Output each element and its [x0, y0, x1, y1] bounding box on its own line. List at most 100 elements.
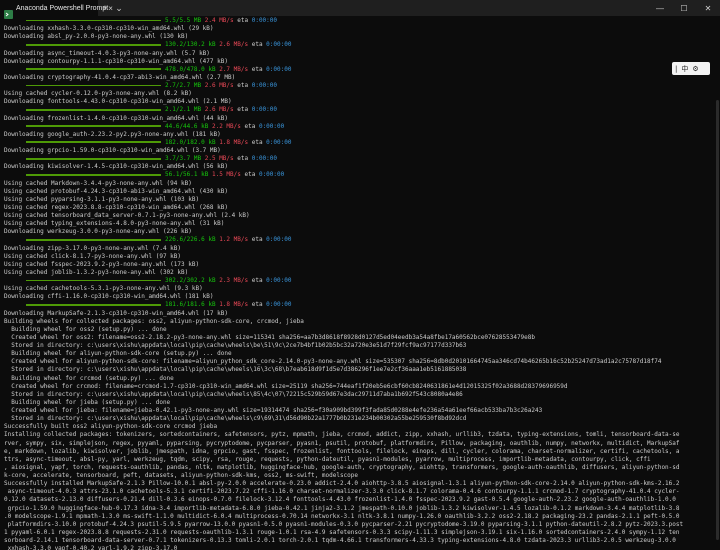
progress-line: 44.6/44.6 kB 2.2 MB/s eta 0:00:00 — [4, 123, 718, 131]
output-line: Downloading contourpy-1.1.1-cp310-cp310-… — [4, 57, 228, 65]
output-line: Downloading frozenlist-1.4.0-cp310-cp310… — [4, 114, 228, 122]
progress-line: 181.6/181.6 kB 1.8 MB/s eta 0:00:00 — [4, 301, 718, 309]
output-line: Building wheel for jieba (setup.py) ... … — [4, 398, 171, 406]
output-line: Successfully built oss2 aliyun-python-sd… — [4, 423, 218, 431]
output-line: Using cached typing_extensions-4.8.0-py3… — [4, 220, 225, 228]
ime-settings-icon[interactable]: ⚙ — [692, 65, 698, 73]
output-line: Downloading async_timeout-4.0.3-py3-none… — [4, 49, 210, 57]
download-speed: 1.8 MB/s — [219, 301, 249, 309]
download-size: 5.5/5.5 MB — [165, 17, 202, 24]
close-button[interactable]: ✕ — [696, 0, 720, 16]
new-tab-button[interactable]: + — [98, 3, 112, 13]
scrollbar[interactable] — [716, 100, 719, 540]
output-line: Downloading cryptography-41.0.4-cp37-abi… — [4, 73, 236, 81]
output-line: Stored in directory: c:\users\xishu\appd… — [4, 366, 467, 374]
output-line: Using cached pyparsing-3.1.1-py3-none-an… — [4, 195, 200, 203]
download-size: 302.2/302.2 kB — [165, 277, 216, 284]
download-eta: 0:00:00 — [266, 277, 292, 284]
output-line: sorboard-2.14.1 tensorboard-data-server-… — [4, 537, 676, 544]
ime-mode-toggle[interactable]: 中 — [681, 64, 688, 74]
download-speed: 2.7 MB/s — [219, 65, 249, 73]
minimize-button[interactable]: — — [648, 0, 672, 16]
download-size: 182.0/182.0 kB — [165, 138, 216, 146]
output-line: Using cached tensorboard_data_server-0.7… — [4, 212, 250, 219]
ime-separator: | — [675, 64, 678, 73]
progress-bar — [26, 84, 161, 87]
download-eta: 0:00:00 — [251, 106, 278, 114]
output-line: Downloading fonttools-4.43.0-cp310-cp310… — [4, 98, 232, 106]
progress-line: 2.7/2.7 MB 2.6 MB/s eta 0:00:00 — [4, 82, 718, 90]
download-speed: 2.6 MB/s — [204, 82, 234, 89]
maximize-button[interactable]: ☐ — [672, 0, 696, 16]
output-line: 0.12.0 datasets-2.13.0 diffusers-0.21.4 … — [4, 496, 676, 504]
output-line: Downloading xxhash-3.3.0-cp310-cp310-win… — [4, 25, 214, 33]
download-speed: 1.2 MB/s — [219, 236, 249, 244]
download-eta: 0:00:00 — [251, 155, 278, 163]
download-eta: 0:00:00 — [251, 82, 278, 89]
terminal-icon — [4, 4, 13, 19]
download-size: 3.7/3.7 MB — [165, 155, 202, 163]
progress-line: 3.7/3.7 MB 2.5 MB/s eta 0:00:00 — [4, 155, 718, 163]
progress-bar — [26, 303, 161, 306]
progress-bar — [26, 173, 161, 176]
output-line: async-timeout-4.0.3 attrs-23.1.0 cacheto… — [4, 488, 680, 496]
progress-bar — [26, 68, 161, 71]
tab-dropdown-icon[interactable]: ⌄ — [112, 3, 126, 14]
output-line: Downloading grpcio-1.59.0-cp310-cp310-wi… — [4, 147, 221, 154]
download-speed: 2.4 MB/s — [204, 17, 234, 24]
output-line: rver, sympy, six, simplejson, regex, pyy… — [4, 439, 680, 447]
terminal-tab[interactable]: Anaconda Powershell Prompt × — [0, 0, 113, 19]
download-speed: 1.5 MB/s — [211, 171, 241, 179]
progress-bar — [26, 157, 161, 160]
output-line: Using cached cachetools-5.3.1-py3-none-a… — [4, 285, 203, 293]
output-line: Downloading MarkupSafe-2.1.3-cp310-cp310… — [4, 309, 228, 317]
download-speed: 2.2 MB/s — [211, 122, 241, 130]
output-line: Downloading werkzeug-3.0.0-py3-none-any.… — [4, 228, 192, 236]
output-line: ttrs, async-timeout, absl-py, yarl, werk… — [4, 455, 651, 463]
download-size: 2.7/2.7 MB — [165, 82, 202, 89]
download-eta: 0:00:00 — [266, 301, 292, 309]
progress-line: 302.2/302.2 kB 2.3 MB/s eta 0:00:00 — [4, 277, 718, 285]
output-line: Created wheel for aliyun-python-sdk-core… — [4, 358, 662, 366]
terminal-output[interactable]: 5.5/5.5 MB 2.4 MB/s eta 0:00:00 Downloadi… — [4, 17, 718, 550]
output-line: Downloading cffi-1.16.0-cp310-cp310-win_… — [4, 293, 214, 301]
download-speed: 2.3 MB/s — [219, 277, 249, 284]
output-line: Downloading zipp-3.17.0-py3-none-any.whl… — [4, 244, 182, 252]
progress-bar — [26, 125, 161, 128]
download-eta: 0:00:00 — [258, 171, 285, 179]
output-line: Building wheel for crcmod (setup.py) ...… — [4, 374, 174, 382]
output-line: Downloading google_auth-2.23.2-py2.py3-n… — [4, 130, 221, 138]
output-line: , aiosignal, yapf, torch, requests-oauth… — [4, 463, 680, 471]
download-size: 181.6/181.6 kB — [165, 301, 216, 309]
ime-toolbar[interactable]: | 中 ⚙ — [672, 62, 710, 75]
tab-title: Anaconda Powershell Prompt — [16, 4, 109, 12]
progress-line: 478.0/478.0 kB 2.7 MB/s eta 0:00:00 — [4, 66, 718, 74]
progress-line: 5.5/5.5 MB 2.4 MB/s eta 0:00:00 — [4, 17, 718, 25]
download-speed: 1.8 MB/s — [219, 138, 249, 146]
progress-bar — [26, 108, 161, 111]
output-line: Created wheel for jieba: filename=jieba-… — [4, 407, 543, 414]
progress-line: 182.0/182.0 kB 1.8 MB/s eta 0:00:00 — [4, 139, 718, 147]
download-eta: 0:00:00 — [251, 17, 278, 24]
progress-line: 130.2/130.2 kB 2.6 MB/s eta 0:00:00 — [4, 41, 718, 49]
download-size: 56.1/56.1 kB — [165, 171, 209, 179]
download-size: 44.6/44.6 kB — [165, 122, 209, 130]
download-speed: 2.6 MB/s — [204, 106, 234, 114]
download-eta: 0:00:00 — [266, 138, 292, 146]
output-line: Downloading absl_py-2.0.0-py3-none-any.w… — [4, 33, 189, 41]
output-line: Using cached cycler-0.12.0-py3-none-any.… — [4, 90, 192, 98]
output-line: xxhash-3.3.0 yapf-0.40.2 yarl-1.9.2 zipp… — [4, 545, 178, 550]
output-line: Building wheels for collected packages: … — [4, 317, 304, 325]
title-bar: Anaconda Powershell Prompt × + ⌄ — ☐ ✕ — [0, 0, 720, 19]
output-line: Stored in directory: c:\users\xishu\appd… — [4, 342, 467, 349]
output-line: k-core, accelerate, tensorboard, peft, d… — [4, 472, 359, 479]
output-line: Using cached click-8.1.7-py3-none-any.wh… — [4, 252, 182, 260]
output-line: 1 pyyaml-6.0.1 regex-2023.8.8 requests-2… — [4, 528, 680, 536]
progress-line: 56.1/56.1 kB 1.5 MB/s eta 0:00:00 — [4, 171, 718, 179]
output-line: grpcio-1.59.0 huggingface-hub-0.17.3 idn… — [4, 504, 680, 512]
output-line: Created wheel for crcmod: filename=crcmo… — [4, 382, 568, 390]
download-size: 2.1/2.1 MB — [165, 106, 202, 114]
progress-line: 226.6/226.6 kB 1.2 MB/s eta 0:00:00 — [4, 236, 718, 244]
output-line: Using cached Markdown-3.4.4-py3-none-any… — [4, 179, 192, 187]
download-eta: 0:00:00 — [266, 236, 292, 244]
